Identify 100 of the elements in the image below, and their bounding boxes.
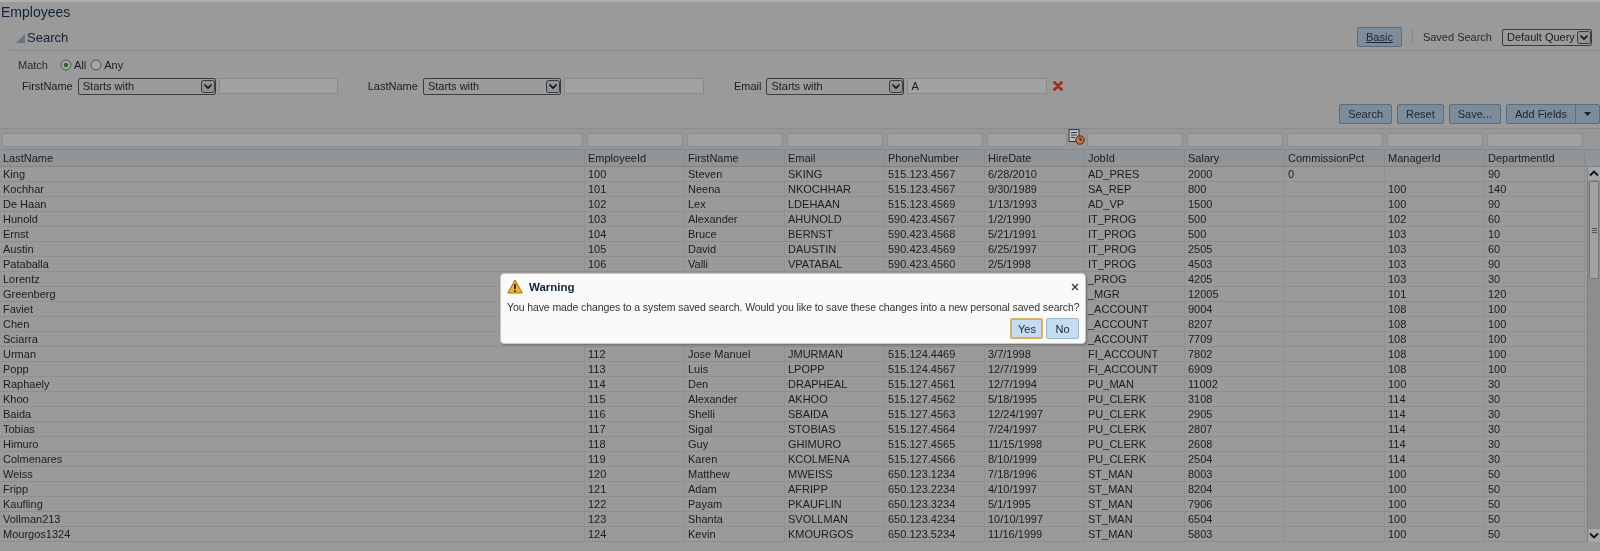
table-cell: 1/2/1990 [985, 212, 1085, 226]
table-cell: 8207 [1185, 317, 1285, 331]
table-cell: 515.127.4564 [885, 422, 985, 436]
table-cell: AD_VP [1085, 197, 1185, 211]
table-cell: Vollman213 [0, 512, 585, 526]
dialog-button[interactable]: No [1046, 318, 1079, 339]
close-icon[interactable] [1071, 282, 1079, 291]
saved-search-select[interactable]: Default Query [1502, 28, 1592, 46]
column-header[interactable]: Email [785, 150, 885, 166]
table-cell: 90 [1485, 197, 1585, 211]
column-header[interactable]: CommissionPct [1285, 150, 1385, 166]
column-header[interactable]: Salary [1185, 150, 1285, 166]
table-cell: 800 [1185, 182, 1285, 196]
table-cell: KCOLMENA [785, 452, 885, 466]
table-cell: 5/1/1995 [985, 497, 1085, 511]
column-header[interactable]: JobId [1085, 150, 1185, 166]
criterion-label: FirstName [22, 80, 73, 92]
calendar-clock-icon[interactable] [1068, 128, 1085, 145]
table-cell: 120 [1485, 287, 1585, 301]
column-filter-input[interactable] [987, 133, 1067, 147]
table-cell: 114 [1385, 452, 1485, 466]
table-cell: 30 [1485, 452, 1585, 466]
table-cell: IT_PROG [1085, 242, 1185, 256]
table-cell: 500 [1185, 212, 1285, 226]
table-cell: 116 [585, 407, 685, 421]
dropdown-icon[interactable] [889, 79, 904, 93]
action-button[interactable]: Reset [1397, 104, 1444, 124]
table-cell: VPATABAL [785, 257, 885, 271]
column-header[interactable]: EmployeeId [585, 150, 685, 166]
table-cell: 6/28/2010 [985, 167, 1085, 181]
table-cell: 2807 [1185, 422, 1285, 436]
basic-button[interactable]: Basic [1357, 27, 1402, 47]
table-cell: Alexander [685, 392, 785, 406]
table-cell: ST_MAN [1085, 467, 1185, 481]
table-cell: 515.127.4562 [885, 392, 985, 406]
operator-select[interactable]: Starts with [422, 77, 561, 95]
table-cell: 30 [1485, 392, 1585, 406]
table-cell: 4503 [1185, 257, 1285, 271]
table-cell: 103 [1385, 242, 1485, 256]
criterion-input[interactable]: A [907, 78, 1048, 94]
table-cell: 7/18/1996 [985, 467, 1085, 481]
add-fields-button[interactable]: Add Fields [1506, 104, 1600, 124]
table-cell: 30 [1485, 377, 1585, 391]
match-label: Match [18, 59, 48, 71]
table-cell: 100 [1385, 377, 1485, 391]
table-cell: 9/30/1989 [985, 182, 1085, 196]
scroll-down-icon[interactable] [1588, 529, 1600, 542]
scrollbar[interactable] [1587, 167, 1600, 542]
delete-icon[interactable] [1053, 81, 1064, 91]
table-cell: 100 [1385, 467, 1485, 481]
table-cell: 123 [585, 512, 685, 526]
criterion-label: LastName [367, 80, 418, 92]
table-cell: 114 [585, 377, 685, 391]
action-button[interactable]: Save... [1448, 104, 1501, 124]
table-cell: Steven [685, 167, 785, 181]
table-cell: 100 [1485, 362, 1585, 376]
table-cell: 650.123.2234 [885, 482, 985, 496]
column-header[interactable]: FirstName [685, 150, 785, 166]
table-cell: LDEHAAN [785, 197, 885, 211]
criterion-input[interactable] [563, 78, 704, 94]
match-radio[interactable]: All [59, 59, 87, 71]
column-header[interactable]: HireDate [985, 150, 1085, 166]
table-cell: 515.123.4567 [885, 167, 985, 181]
match-radio[interactable]: Any [90, 59, 124, 71]
table-cell: 3108 [1185, 392, 1285, 406]
table-cell: 590.423.4560 [885, 257, 985, 271]
criterion-input[interactable] [218, 78, 338, 94]
dropdown-icon[interactable] [200, 79, 215, 93]
table-cell: Valli [685, 257, 785, 271]
table-cell: Pataballa [0, 257, 585, 271]
criterion-label: Email [733, 80, 762, 92]
table-cell: 6/25/1997 [985, 242, 1085, 256]
action-button[interactable]: Search [1339, 104, 1392, 124]
column-header[interactable]: LastName [0, 150, 585, 166]
table-cell: Jose Manuel [685, 347, 785, 361]
table-cell: 100 [1385, 182, 1485, 196]
dropdown-icon[interactable] [545, 79, 560, 93]
column-header[interactable]: PhoneNumber [885, 150, 985, 166]
table-cell: 118 [585, 437, 685, 451]
column-header[interactable]: DepartmentId [1485, 150, 1585, 166]
table-cell: Baida [0, 407, 585, 421]
column-header[interactable]: ManagerId [1385, 150, 1485, 166]
table-cell: 100 [1385, 512, 1485, 526]
table-cell: 108 [1385, 302, 1485, 316]
dialog-button[interactable]: Yes [1010, 318, 1043, 339]
table-cell: ST_MAN [1085, 482, 1185, 496]
table-cell: JMURMAN [785, 347, 885, 361]
operator-select[interactable]: Starts with [77, 77, 216, 95]
table-cell: 12005 [1185, 287, 1285, 301]
table-cell: 7/24/1997 [985, 422, 1085, 436]
table-cell: 515.127.4566 [885, 452, 985, 466]
table-cell: 5/18/1995 [985, 392, 1085, 406]
dropdown-icon[interactable] [1577, 30, 1591, 44]
table-cell: 515.124.4567 [885, 362, 985, 376]
scroll-up-icon[interactable] [1588, 167, 1600, 180]
table-cell: PU_CLERK [1085, 407, 1185, 421]
collapse-icon[interactable] [16, 33, 25, 43]
operator-select[interactable]: Starts with [766, 77, 905, 95]
table-cell: 650.123.4234 [885, 512, 985, 526]
table-cell: Lex [685, 197, 785, 211]
